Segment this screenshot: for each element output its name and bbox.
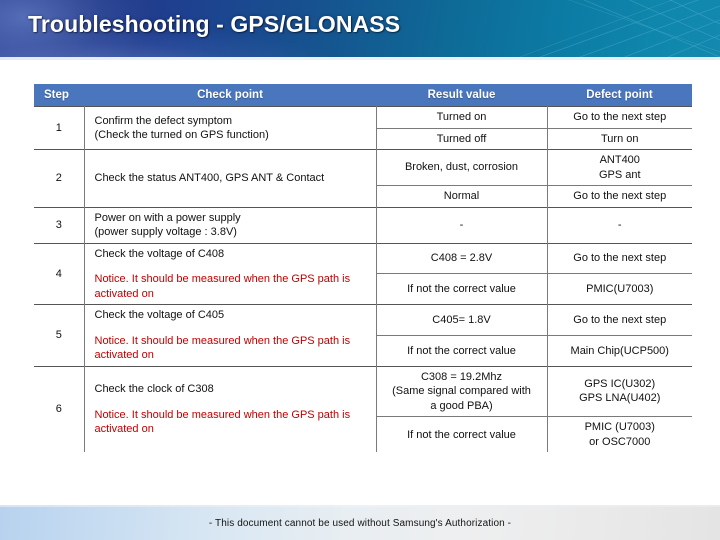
troubleshooting-table: Step Check point Result value Defect poi…	[34, 84, 692, 453]
banner-bottom-edge	[0, 57, 720, 60]
column-header-step: Step	[34, 84, 84, 107]
check-point-text: Check the voltage of C405	[95, 308, 368, 323]
slide-canvas: Troubleshooting - GPS/GLONASS Step Check…	[0, 0, 720, 540]
cell-defect-point: Go to the next step	[547, 304, 692, 336]
table-row: 6 Check the clock of C308 Notice. It shoul…	[34, 365, 692, 453]
footer-note: - This document cannot be used without S…	[208, 518, 512, 529]
check-point-line: Confirm the defect symptom	[94, 114, 233, 127]
cell-result-value: C308 = 19.2Mhz (Same signal compared with…	[376, 365, 548, 417]
cell-result-value: -	[376, 206, 548, 244]
table-row: 1 Confirm the defect symptom (Check the tu…	[34, 105, 692, 150]
cell-defect-point: Go to the next step	[547, 242, 692, 274]
cell-defect-point: Go to the next step	[547, 185, 692, 208]
cell-result-value: C405= 1.8V	[376, 304, 548, 336]
cell-check-point: Check the status ANT400, GPS ANT & Conta…	[84, 149, 377, 208]
cell-check-point: Check the voltage of C408 Notice. It shou…	[84, 242, 377, 305]
cell-step-number: 4	[34, 242, 85, 305]
table-row: 4 Check the voltage of C408 Notice. It sho…	[34, 242, 692, 305]
check-point-line: (power supply voltage : 3.8V)	[94, 226, 237, 239]
cell-result-value: If not the correct value	[376, 334, 548, 367]
check-point-text: Check the clock of C308	[95, 382, 368, 397]
cell-check-point: Check the clock of C308 Notice. It should…	[84, 365, 377, 453]
cell-result-value: Broken, dust, corrosion	[376, 149, 548, 186]
check-point-line: Check the status ANT400, GPS ANT & Conta…	[94, 172, 325, 185]
cell-step-number: 3	[34, 206, 85, 244]
check-point-notice: Notice. It should be measured when the G…	[94, 334, 351, 362]
table-header-row: Step Check point Result value Defect poi…	[34, 84, 692, 107]
cell-result-value: Turned off	[376, 127, 548, 150]
cell-check-point: Power on with a power supply (power suppl…	[84, 206, 377, 244]
check-point-line: Power on with a power supply	[94, 211, 241, 224]
cell-step-number: 6	[34, 365, 85, 453]
check-point-text: Confirm the defect symptom (Check the tur…	[95, 114, 368, 143]
cell-result-value: If not the correct value	[376, 273, 548, 305]
check-point-text: Check the voltage of C408	[95, 247, 368, 262]
cell-defect-point: Go to the next step	[547, 106, 692, 129]
cell-defect-point: -	[547, 206, 692, 244]
cell-defect-point: Main Chip(UCP500)	[547, 334, 692, 367]
cell-defect-point: PMIC (U7003) or OSC7000	[547, 416, 692, 453]
cell-check-point: Check the voltage of C405 Notice. It shou…	[84, 304, 377, 367]
check-point-notice: Notice. It should be measured when the G…	[94, 273, 351, 300]
cell-step-number: 5	[34, 304, 85, 367]
column-header-result-value: Result value	[376, 84, 547, 107]
table-row: 3 Power on with a power supply (power supp…	[34, 206, 692, 244]
title-banner: Troubleshooting - GPS/GLONASS	[0, 0, 720, 57]
table-body: 1 Confirm the defect symptom (Check the tu…	[34, 105, 692, 453]
cell-defect-point: Turn on	[547, 127, 692, 150]
check-point-line: Check the voltage of C408	[94, 247, 225, 260]
table-header: Step Check point Result value Defect poi…	[34, 84, 692, 107]
page-title: Troubleshooting - GPS/GLONASS	[28, 11, 401, 37]
cell-check-point: Confirm the defect symptom (Check the tur…	[84, 105, 377, 150]
cell-defect-point: GPS IC(U302) GPS LNA(U402)	[547, 365, 692, 417]
cell-step-number: 1	[34, 105, 85, 150]
troubleshooting-table-wrapper: Step Check point Result value Defect poi…	[34, 84, 692, 453]
column-header-defect-point: Defect point	[547, 84, 692, 107]
cell-defect-point: PMIC(U7003)	[547, 273, 692, 305]
check-point-line: Check the voltage of C405	[94, 309, 225, 322]
check-point-line: (Check the turned on GPS function)	[94, 129, 269, 142]
table-row: 2 Check the status ANT400, GPS ANT & Cont…	[34, 149, 692, 208]
cell-result-value: Turned on	[376, 106, 548, 129]
check-point-text: Check the status ANT400, GPS ANT & Conta…	[95, 171, 368, 186]
cell-result-value: C408 = 2.8V	[376, 242, 548, 274]
check-point-notice: Notice. It should be measured when the G…	[94, 408, 351, 436]
column-header-check-point: Check point	[84, 84, 376, 107]
cell-step-number: 2	[34, 149, 85, 208]
check-point-text: Power on with a power supply (power suppl…	[95, 211, 368, 240]
cell-result-value: Normal	[376, 185, 548, 208]
cell-result-value: If not the correct value	[376, 416, 548, 453]
table-row: 5 Check the voltage of C405 Notice. It sho…	[34, 304, 692, 367]
check-point-line: Check the clock of C308	[94, 383, 214, 396]
banner-diagonal-lines-decoration	[519, 0, 720, 57]
cell-defect-point: ANT400 GPS ant	[547, 149, 692, 186]
